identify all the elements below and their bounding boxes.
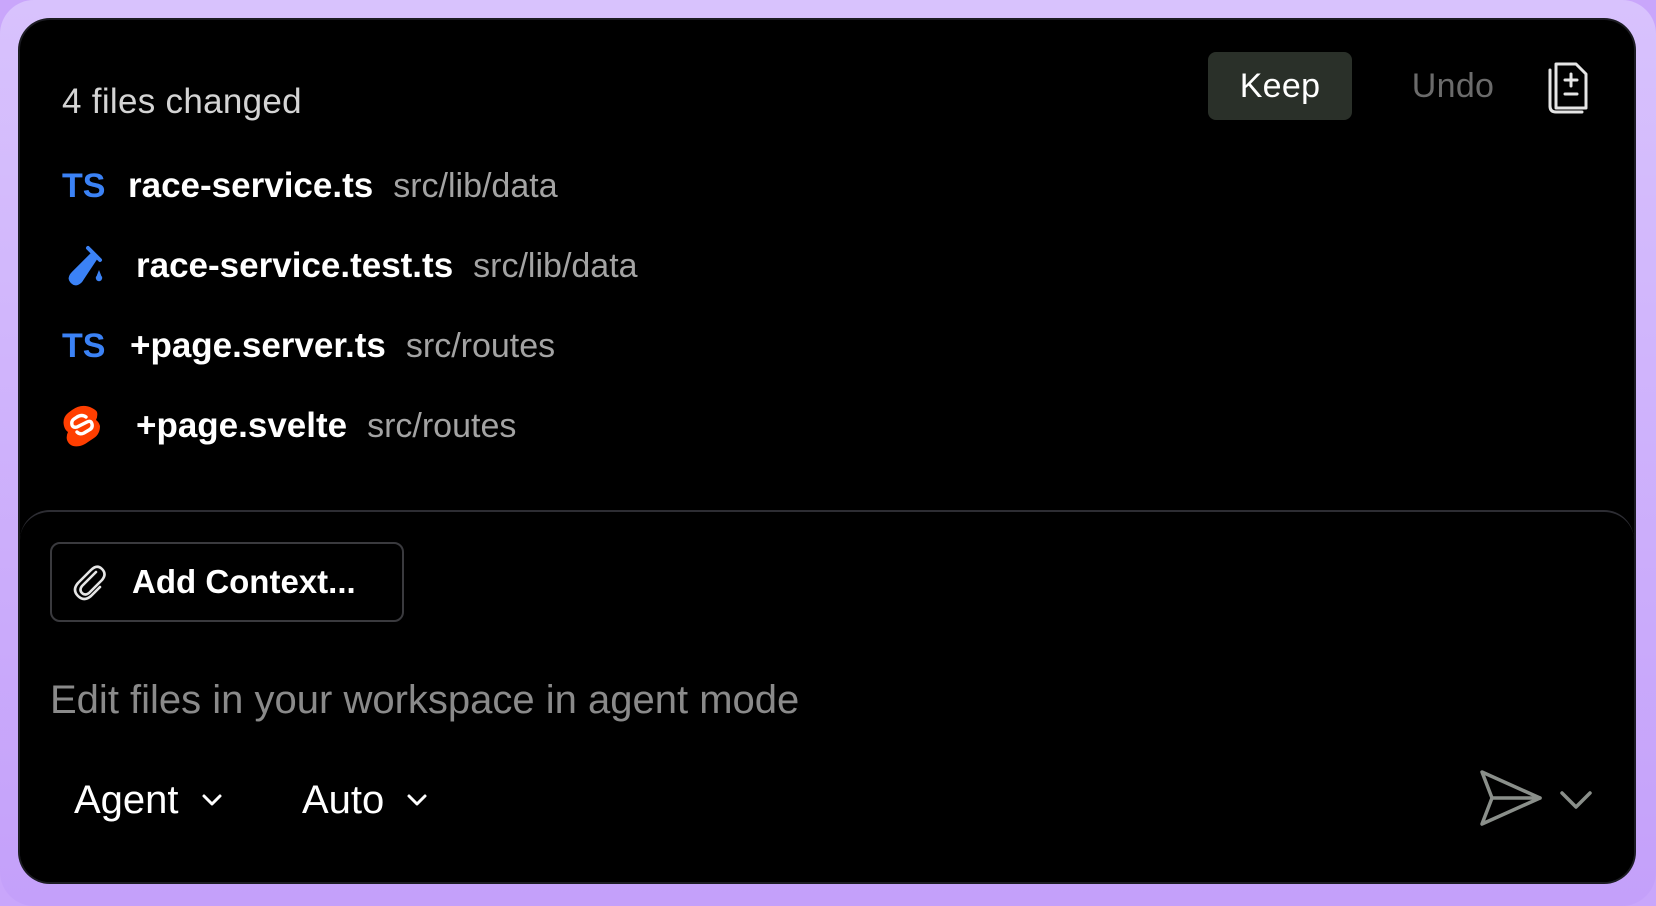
file-name: race-service.test.ts bbox=[136, 246, 454, 285]
file-row[interactable]: race-service.test.ts src/lib/data bbox=[62, 236, 638, 296]
file-path: src/lib/data bbox=[393, 166, 558, 205]
test-tube-icon bbox=[62, 241, 112, 291]
file-name: +page.server.ts bbox=[130, 326, 386, 365]
file-path: src/routes bbox=[405, 326, 556, 365]
file-path: src/lib/data bbox=[473, 246, 638, 285]
add-context-button[interactable]: Add Context... bbox=[50, 542, 404, 622]
mode-label: Agent bbox=[74, 777, 179, 822]
model-label: Auto bbox=[302, 777, 385, 822]
send-icon[interactable] bbox=[1476, 766, 1546, 830]
file-diff-icon[interactable] bbox=[1542, 58, 1598, 114]
prompt-input[interactable] bbox=[50, 670, 1250, 730]
file-row[interactable]: TS +page.server.ts src/routes bbox=[62, 316, 555, 376]
chevron-down-icon bbox=[202, 794, 222, 806]
typescript-icon: TS bbox=[62, 166, 106, 205]
file-row[interactable]: +page.svelte src/routes bbox=[62, 396, 516, 456]
chevron-down-icon bbox=[407, 794, 427, 806]
keep-button[interactable]: Keep bbox=[1208, 52, 1352, 120]
paperclip-icon bbox=[73, 565, 106, 601]
chat-panel: 4 files changed Keep Undo TS race-servic… bbox=[20, 20, 1634, 882]
mode-select[interactable]: Agent bbox=[74, 770, 227, 830]
send-options-chevron-icon[interactable] bbox=[1556, 780, 1596, 820]
changed-files-header: 4 files changed Keep Undo bbox=[20, 20, 1634, 150]
files-changed-title: 4 files changed bbox=[62, 82, 302, 121]
file-row[interactable]: TS race-service.ts src/lib/data bbox=[62, 156, 558, 216]
undo-button[interactable]: Undo bbox=[1388, 52, 1518, 120]
svelte-icon bbox=[62, 401, 112, 451]
file-path: src/routes bbox=[367, 406, 517, 445]
chat-composer: Add Context... Agent Auto bbox=[20, 510, 1634, 882]
window-frame: 4 files changed Keep Undo TS race-servic… bbox=[0, 0, 1656, 906]
typescript-icon: TS bbox=[62, 326, 106, 365]
file-name: +page.svelte bbox=[136, 406, 348, 445]
add-context-label: Add Context... bbox=[132, 563, 356, 600]
model-select[interactable]: Auto bbox=[302, 770, 432, 830]
file-name: race-service.ts bbox=[128, 166, 374, 205]
